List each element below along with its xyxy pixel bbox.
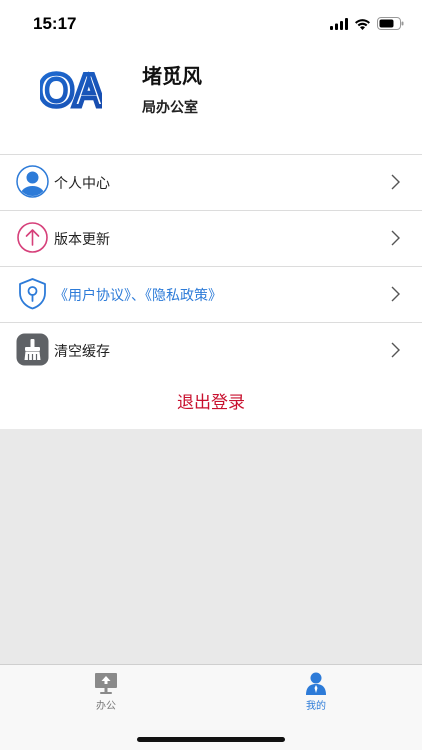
cellular-signal-icon <box>330 17 348 30</box>
upload-arrow-icon <box>17 222 48 253</box>
oa-logo: OA <box>40 62 102 114</box>
settings-menu: 个人中心 版本更新 《用户协议》、《隐私政策》 清空缓存 <box>0 154 422 379</box>
battery-icon <box>377 17 404 30</box>
status-bar: 15:17 <box>0 0 422 50</box>
logout-section: 退出登录 <box>0 378 422 429</box>
chevron-right-icon <box>391 286 400 302</box>
svg-text:OA: OA <box>40 64 102 114</box>
user-avatar-icon <box>16 165 49 198</box>
menu-label: 《用户协议》、《隐私政策》 <box>54 288 222 304</box>
status-icons <box>330 17 404 30</box>
tab-office[interactable]: 办公 <box>66 671 146 717</box>
office-desk-icon <box>95 673 117 694</box>
menu-item-clear-cache[interactable]: 清空缓存 <box>0 323 422 379</box>
screen: 15:17 OA 堵觅风 局办公室 个人中心 版本更新 《用户协议》、《隐私政策… <box>0 0 422 750</box>
tab-mine[interactable]: 我的 <box>276 671 356 717</box>
broom-icon <box>16 333 49 366</box>
home-indicator <box>137 737 285 742</box>
tab-label: 我的 <box>306 701 326 712</box>
chevron-right-icon <box>391 174 400 190</box>
status-time: 15:17 <box>33 14 77 33</box>
menu-label: 版本更新 <box>54 232 110 248</box>
menu-label: 个人中心 <box>54 176 110 192</box>
chevron-right-icon <box>391 342 400 358</box>
menu-label: 清空缓存 <box>54 344 110 360</box>
logout-button[interactable]: 退出登录 <box>0 378 422 429</box>
chevron-right-icon <box>391 230 400 246</box>
menu-item-personal-center[interactable]: 个人中心 <box>0 155 422 211</box>
user-name: 堵觅风 <box>142 64 202 88</box>
shield-lock-icon <box>19 278 46 310</box>
profile-header: OA 堵觅风 局办公室 <box>0 50 422 154</box>
user-person-icon <box>306 672 326 695</box>
wifi-icon <box>355 18 370 30</box>
menu-item-agreements[interactable]: 《用户协议》、《隐私政策》 <box>0 267 422 323</box>
tab-label: 办公 <box>96 701 116 712</box>
menu-item-version-update[interactable]: 版本更新 <box>0 211 422 267</box>
user-department: 局办公室 <box>142 100 198 116</box>
